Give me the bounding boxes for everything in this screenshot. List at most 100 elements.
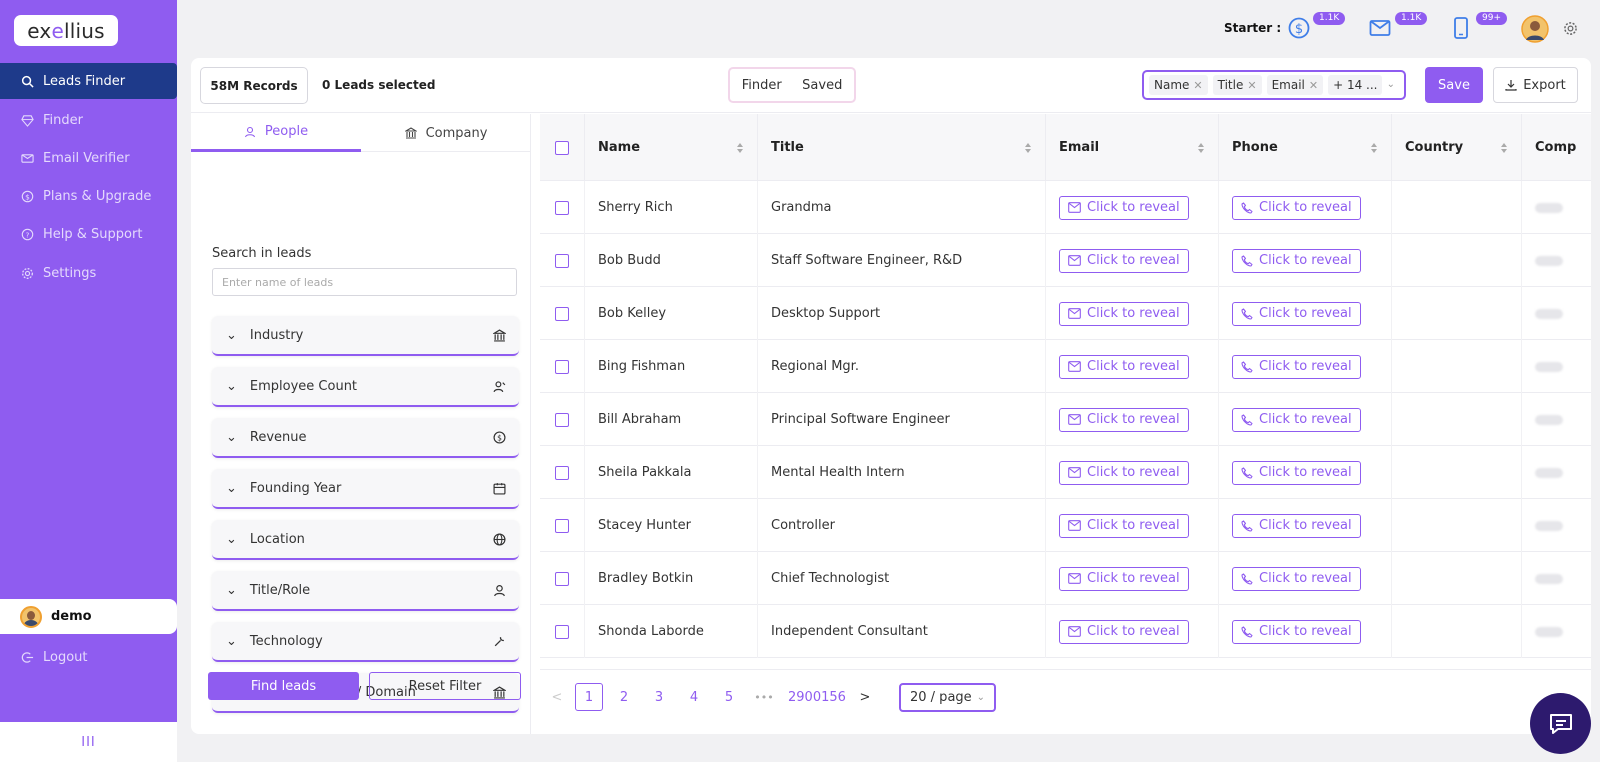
- next-page-button[interactable]: >: [851, 683, 879, 711]
- column-header-name[interactable]: Name: [585, 114, 758, 181]
- close-icon[interactable]: ✕: [1193, 79, 1202, 92]
- filter-title-role[interactable]: ⌄ Title/Role: [212, 571, 519, 611]
- sidebar-item-email-verifier[interactable]: Email Verifier: [0, 140, 177, 176]
- reveal-email-button[interactable]: Click to reveal: [1059, 407, 1189, 432]
- page-4[interactable]: 4: [680, 683, 708, 711]
- reveal-phone-button[interactable]: Click to reveal: [1232, 513, 1361, 538]
- reveal-phone-button[interactable]: Click to reveal: [1232, 619, 1361, 644]
- cell-country: [1392, 605, 1522, 658]
- columns-select[interactable]: Name ✕ Title ✕ Email ✕ + 14 ... ⌄: [1142, 70, 1406, 100]
- table-row[interactable]: Sherry Rich Grandma Click to reveal Click t…: [540, 181, 1591, 234]
- page-5[interactable]: 5: [715, 683, 743, 711]
- mail-credit-icon[interactable]: [1368, 16, 1392, 40]
- phone-credit-icon[interactable]: [1449, 16, 1473, 40]
- reveal-phone-button[interactable]: Click to reveal: [1232, 354, 1361, 379]
- filter-revenue[interactable]: ⌄ Revenue $: [212, 418, 519, 458]
- row-checkbox[interactable]: [555, 465, 569, 480]
- chat-button[interactable]: [1530, 693, 1591, 754]
- table-row[interactable]: Stacey Hunter Controller Click to reveal Cl…: [540, 499, 1591, 552]
- page-ellipsis[interactable]: •••: [750, 683, 778, 711]
- reveal-email-button[interactable]: Click to reveal: [1059, 354, 1189, 379]
- row-checkbox[interactable]: [555, 306, 569, 321]
- filter-location[interactable]: ⌄ Location: [212, 520, 519, 560]
- sort-icon[interactable]: [1500, 142, 1508, 154]
- column-tag[interactable]: Email ✕: [1266, 75, 1324, 95]
- dollar-credit-icon[interactable]: $: [1287, 16, 1311, 40]
- row-checkbox[interactable]: [555, 571, 569, 586]
- close-icon[interactable]: ✕: [1309, 79, 1318, 92]
- table-row[interactable]: Bill Abraham Principal Software Engineer C…: [540, 393, 1591, 446]
- filter-technology[interactable]: ⌄ Technology: [212, 622, 519, 662]
- sort-icon[interactable]: [736, 142, 744, 154]
- table-row[interactable]: Sheila Pakkala Mental Health Intern Click …: [540, 446, 1591, 499]
- column-header-phone[interactable]: Phone: [1219, 114, 1392, 181]
- sort-icon[interactable]: [1197, 142, 1205, 154]
- reveal-phone-button[interactable]: Click to reveal: [1232, 195, 1361, 220]
- sort-icon[interactable]: [1370, 142, 1378, 154]
- sidebar-item-settings[interactable]: Settings: [0, 255, 177, 291]
- search-input[interactable]: Enter name of leads: [212, 268, 517, 296]
- sidebar-item-plans-upgrade[interactable]: $ Plans & Upgrade: [0, 178, 177, 214]
- logout-button[interactable]: Logout: [21, 650, 88, 665]
- table-row[interactable]: Bradley Botkin Chief Technologist Click to…: [540, 552, 1591, 605]
- column-header-email[interactable]: Email: [1046, 114, 1219, 181]
- prev-page-button[interactable]: <: [543, 683, 571, 711]
- cell-email: Click to reveal: [1046, 181, 1219, 234]
- reveal-email-button[interactable]: Click to reveal: [1059, 460, 1189, 485]
- page-size-select[interactable]: 20 / page ⌄: [899, 683, 996, 712]
- table-row[interactable]: Bob Budd Staff Software Engineer, R&D Clic…: [540, 234, 1591, 287]
- reveal-email-button[interactable]: Click to reveal: [1059, 566, 1189, 591]
- tab-people[interactable]: People: [191, 114, 361, 152]
- reveal-email-button[interactable]: Click to reveal: [1059, 513, 1189, 538]
- table-row[interactable]: Shonda Laborde Independent Consultant Clic…: [540, 605, 1591, 658]
- column-tag-more[interactable]: + 14 ...: [1328, 75, 1383, 95]
- sidebar-item-finder[interactable]: Finder: [0, 102, 177, 138]
- row-checkbox[interactable]: [555, 518, 569, 533]
- reveal-phone-button[interactable]: Click to reveal: [1232, 301, 1361, 326]
- profile-avatar[interactable]: [1521, 15, 1549, 43]
- reveal-phone-button[interactable]: Click to reveal: [1232, 248, 1361, 273]
- filter-employee-count[interactable]: ⌄ Employee Count: [212, 367, 519, 407]
- find-leads-button[interactable]: Find leads: [208, 672, 359, 700]
- row-checkbox[interactable]: [555, 253, 569, 268]
- reveal-email-button[interactable]: Click to reveal: [1059, 195, 1189, 220]
- mode-finder[interactable]: Finder: [733, 72, 791, 98]
- reveal-phone-button[interactable]: Click to reveal: [1232, 460, 1361, 485]
- reveal-email-button[interactable]: Click to reveal: [1059, 619, 1189, 644]
- tab-company[interactable]: Company: [361, 114, 531, 152]
- sidebar-item-leads-finder[interactable]: Leads Finder: [0, 63, 177, 99]
- app-logo[interactable]: ex e llius: [14, 15, 118, 46]
- column-header-company[interactable]: Comp: [1522, 114, 1591, 181]
- page-2[interactable]: 2: [610, 683, 638, 711]
- export-button[interactable]: Export: [1493, 67, 1578, 103]
- settings-gear-icon[interactable]: [1563, 21, 1578, 36]
- close-icon[interactable]: ✕: [1247, 79, 1256, 92]
- row-checkbox[interactable]: [555, 624, 569, 639]
- table-row[interactable]: Bob Kelley Desktop Support Click to reveal…: [540, 287, 1591, 340]
- save-button[interactable]: Save: [1425, 67, 1483, 103]
- sort-icon[interactable]: [1024, 142, 1032, 154]
- reveal-phone-button[interactable]: Click to reveal: [1232, 566, 1361, 591]
- reveal-email-button[interactable]: Click to reveal: [1059, 301, 1189, 326]
- reveal-phone-button[interactable]: Click to reveal: [1232, 407, 1361, 432]
- user-card[interactable]: demo: [0, 599, 177, 634]
- reset-filter-button[interactable]: Reset Filter: [369, 672, 521, 700]
- page-1[interactable]: 1: [575, 683, 603, 711]
- column-tag[interactable]: Name ✕: [1149, 75, 1208, 95]
- reveal-email-button[interactable]: Click to reveal: [1059, 248, 1189, 273]
- row-checkbox[interactable]: [555, 412, 569, 427]
- sidebar-item-help-support[interactable]: ? Help & Support: [0, 216, 177, 252]
- mode-saved[interactable]: Saved: [794, 72, 852, 98]
- page-last[interactable]: 2900156: [788, 683, 846, 711]
- column-header-country[interactable]: Country: [1392, 114, 1522, 181]
- filter-industry[interactable]: ⌄ Industry: [212, 316, 519, 356]
- column-tag[interactable]: Title ✕: [1212, 75, 1262, 95]
- row-checkbox[interactable]: [555, 359, 569, 374]
- page-3[interactable]: 3: [645, 683, 673, 711]
- filter-founding-year[interactable]: ⌄ Founding Year: [212, 469, 519, 509]
- column-header-title[interactable]: Title: [758, 114, 1046, 181]
- sidebar-collapse-toggle[interactable]: III: [0, 722, 177, 762]
- table-row[interactable]: Bing Fishman Regional Mgr. Click to reveal…: [540, 340, 1591, 393]
- select-all-checkbox[interactable]: [555, 140, 569, 155]
- row-checkbox[interactable]: [555, 200, 569, 215]
